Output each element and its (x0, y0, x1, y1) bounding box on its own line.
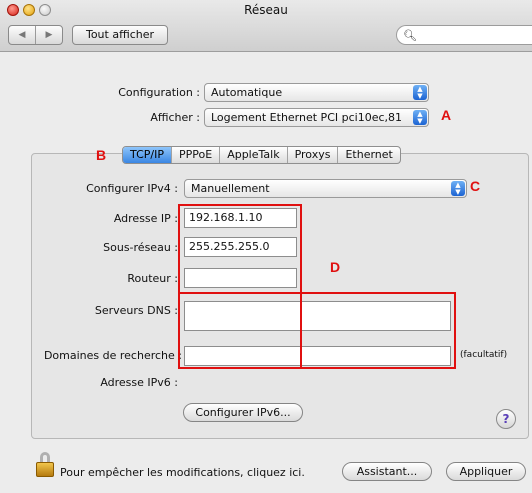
configuration-popup[interactable]: Automatique ▲ ▼ (204, 83, 429, 102)
tab-ethernet[interactable]: Ethernet (338, 147, 399, 163)
tab-tcpip[interactable]: TCP/IP (123, 147, 172, 163)
router-label: Routeur : (127, 272, 178, 285)
ipv4-config-popup[interactable]: Manuellement ▲ ▼ (184, 179, 467, 198)
annotation-box-d-lower-left (178, 292, 302, 369)
tab-pppoe[interactable]: PPPoE (172, 147, 221, 163)
back-forward-buttons[interactable]: ◀ ▶ (8, 25, 63, 45)
search-domains-label: Domaines de recherche : (43, 349, 182, 362)
lock-icon[interactable] (36, 452, 54, 478)
ipv6-address-label: Adresse IPv6 : (100, 376, 178, 389)
apply-button[interactable]: Appliquer (446, 462, 526, 481)
show-all-button[interactable]: Tout afficher (72, 25, 168, 45)
subnet-label: Sous-réseau : (103, 241, 178, 254)
configuration-value: Automatique (211, 86, 283, 99)
lock-message: Pour empêcher les modifications, cliquez… (60, 466, 305, 479)
popup-arrows-icon: ▲ ▼ (413, 110, 427, 125)
configuration-label: Configuration : (118, 86, 200, 99)
help-icon[interactable]: ? (496, 409, 516, 429)
tab-proxys[interactable]: Proxys (288, 147, 339, 163)
assistant-button[interactable]: Assistant... (342, 462, 432, 481)
optional-note: (facultatif) (460, 350, 508, 360)
configure-ipv6-button[interactable]: Configurer IPv6... (183, 403, 303, 422)
annotation-box-d-upper (178, 204, 302, 294)
tab-appletalk[interactable]: AppleTalk (220, 147, 288, 163)
annotation-c: C (470, 178, 481, 194)
show-value: Logement Ethernet PCI pci10ec,81 (211, 111, 403, 124)
ip-address-label: Adresse IP : (113, 212, 178, 225)
network-preferences-window: Réseau ◀ ▶ Tout afficher 🔍︎ Configuratio… (0, 0, 532, 493)
annotation-a: A (441, 107, 452, 123)
annotation-box-d-lower (300, 292, 456, 369)
popup-arrows-icon: ▲ ▼ (451, 181, 465, 196)
tab-bar: TCP/IP PPPoE AppleTalk Proxys Ethernet (122, 146, 401, 164)
search-input[interactable]: 🔍︎ (396, 25, 532, 45)
back-arrow-icon[interactable]: ◀ (9, 26, 36, 44)
show-label: Afficher : (150, 111, 200, 124)
search-icon: 🔍︎ (403, 29, 417, 42)
ipv4-config-value: Manuellement (191, 182, 270, 195)
forward-arrow-icon[interactable]: ▶ (36, 26, 62, 44)
dns-label: Serveurs DNS : (94, 304, 178, 317)
show-popup[interactable]: Logement Ethernet PCI pci10ec,81 ▲ ▼ (204, 108, 429, 127)
ipv4-config-label: Configurer IPv4 : (86, 182, 178, 195)
annotation-b: B (96, 147, 107, 163)
annotation-d: D (330, 259, 341, 275)
title-bar: Réseau ◀ ▶ Tout afficher 🔍︎ (0, 0, 532, 52)
window-title: Réseau (244, 3, 288, 17)
popup-arrows-icon: ▲ ▼ (413, 85, 427, 100)
